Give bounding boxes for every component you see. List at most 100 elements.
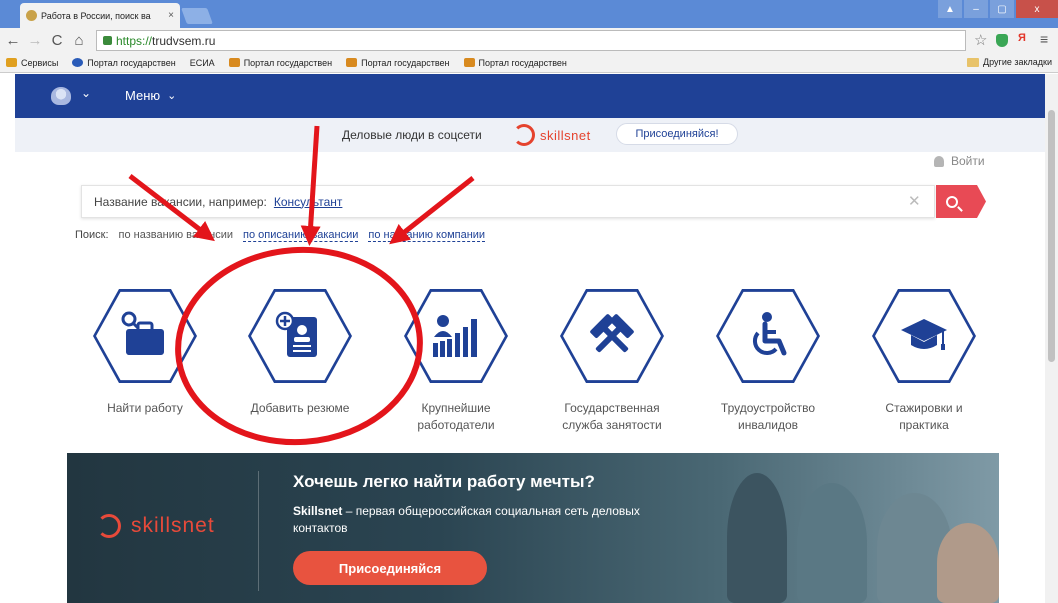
skillsnet-logo[interactable]: skillsnet <box>513 124 591 146</box>
extension-yandex-icon[interactable]: Я <box>1018 32 1026 44</box>
home-icon[interactable]: ⌂ <box>70 32 88 49</box>
search-icon <box>946 195 958 208</box>
login-link[interactable]: Войти <box>934 154 985 168</box>
other-bookmarks-label: Другие закладки <box>983 57 1052 67</box>
address-bar: ← → C ⌂ https:// trudvsem.ru ☆ Я ≡ <box>0 28 1058 53</box>
search-button[interactable] <box>936 185 986 218</box>
window-profile-button[interactable]: ▲ <box>938 0 962 18</box>
search-mode-selector: Поиск: по названию вакансии по описанию … <box>75 229 495 242</box>
gov-portal-icon <box>72 58 84 67</box>
search-input[interactable]: Название вакансии, например: Консультант <box>81 185 935 218</box>
briefcase-search-icon <box>121 311 164 355</box>
forward-arrow-icon[interactable]: → <box>26 32 44 49</box>
promo-text: Деловые люди в соцсети <box>342 128 482 142</box>
tile-label: Стажировки и практика <box>885 401 963 432</box>
skillsnet-wordmark: skillsnet <box>540 127 591 143</box>
page-scrollbar[interactable] <box>1045 74 1058 603</box>
bookmarks-bar: Сервисы Портал государствен ЕСИА Портал … <box>0 53 1058 73</box>
tile-disabled-employment[interactable]: Трудоустройство инвалидов <box>703 286 833 434</box>
tile-label: Добавить резюме <box>250 401 350 415</box>
hex-frame <box>404 286 508 386</box>
tab-close-icon[interactable]: × <box>168 10 174 21</box>
banner-logo-word: skillsnet <box>131 514 215 537</box>
tile-find-job[interactable]: Найти работу <box>80 286 210 417</box>
lock-icon <box>103 36 112 45</box>
bookmark-item[interactable]: Портал государствен <box>228 57 333 68</box>
hex-frame <box>248 286 352 386</box>
banner-title: Хочешь легко найти работу мечты? <box>293 472 595 491</box>
bookmark-item[interactable]: Портал государствен <box>463 57 567 68</box>
banner-logo[interactable]: skillsnet <box>97 514 215 538</box>
browser-tab[interactable]: Работа в России, поиск ва × <box>20 3 180 28</box>
tile-employment-service[interactable]: Государственная служба занятости <box>547 286 677 434</box>
skillsnet-banner: skillsnet Хочешь легко найти работу мечт… <box>67 453 999 603</box>
banner-description: – первая общероссийская социальная сеть … <box>293 504 640 535</box>
banner-join-button[interactable]: Присоединяйся <box>293 551 487 585</box>
skillsnet-mark-icon <box>97 514 121 538</box>
bookmark-item[interactable]: ЕСИА <box>190 58 215 68</box>
bookmark-label: Портал государствен <box>243 57 333 68</box>
search-mode-title[interactable]: по названию вакансии <box>119 229 233 242</box>
search-mode-description[interactable]: по описанию вакансии <box>243 229 359 242</box>
window-maximize-button[interactable]: ▢ <box>990 0 1014 18</box>
tile-label: Найти работу <box>107 401 183 415</box>
menu-dropdown[interactable]: Меню ⌄ <box>125 88 176 103</box>
search-placeholder: Название вакансии, например: <box>94 194 267 209</box>
extension-shield-icon[interactable] <box>996 34 1008 47</box>
hammers-icon <box>590 314 634 353</box>
browser-tabstrip: Работа в России, поиск ва × ▲ – ▢ x <box>0 0 1058 28</box>
login-label: Войти <box>951 154 985 168</box>
search-mode-company[interactable]: по названию компании <box>368 229 486 242</box>
url-host: trudvsem.ru <box>152 33 216 48</box>
gov-emblem-icon <box>346 58 358 67</box>
hex-frame <box>716 286 820 386</box>
menu-label: Меню <box>125 88 161 103</box>
tile-employers[interactable]: Крупнейшие работодатели <box>391 286 521 434</box>
add-resume-icon <box>275 311 317 357</box>
chevron-down-icon[interactable]: ⌄ <box>81 86 91 100</box>
new-tab-button[interactable] <box>181 8 213 24</box>
window-minimize-button[interactable]: – <box>964 0 988 18</box>
other-bookmarks[interactable]: Другие закладки <box>967 57 1052 67</box>
site-favicon-icon <box>26 10 37 21</box>
bookmark-item[interactable]: Портал государствен <box>346 57 450 68</box>
user-icon <box>934 155 944 167</box>
employers-chart-icon <box>433 315 477 357</box>
bookmark-label: Портал государствен <box>478 57 567 68</box>
tile-internships[interactable]: Стажировки и практика <box>859 286 989 434</box>
bookmark-label: Сервисы <box>21 57 59 68</box>
chevron-down-icon: ⌄ <box>167 90 177 102</box>
tab-title: Работа в России, поиск ва <box>41 10 151 21</box>
bookmark-label: Портал государствен <box>87 57 176 68</box>
skillsnet-mark-icon <box>513 124 535 146</box>
emblem-logo-icon[interactable] <box>51 87 71 105</box>
tile-label: Государственная служба занятости <box>562 401 662 432</box>
hex-frame <box>560 286 664 386</box>
banner-divider <box>258 471 259 591</box>
scrollbar-thumb[interactable] <box>1048 110 1055 362</box>
wheelchair-icon <box>752 312 787 356</box>
reload-icon[interactable]: C <box>48 32 66 49</box>
bookmark-item[interactable]: Портал государствен <box>72 57 176 68</box>
window-controls: ▲ – ▢ x <box>936 0 1058 18</box>
banner-photo <box>687 453 999 603</box>
search-example-link[interactable]: Консультант <box>274 195 343 209</box>
bookmark-label: Портал государствен <box>361 57 450 68</box>
url-field[interactable]: https:// trudvsem.ru <box>96 30 966 51</box>
bookmark-label: ЕСИА <box>189 57 215 68</box>
bookmark-item[interactable]: Сервисы <box>6 58 58 68</box>
clear-icon[interactable]: ✕ <box>908 192 921 210</box>
join-button[interactable]: Присоединяйся! <box>616 123 738 145</box>
banner-brand: Skillsnet <box>293 504 343 518</box>
apps-grid-icon <box>6 58 17 67</box>
hex-frame <box>93 286 197 386</box>
tile-label: Трудоустройство инвалидов <box>720 401 816 432</box>
hex-frame <box>872 286 976 386</box>
browser-menu-icon[interactable]: ≡ <box>1040 31 1048 47</box>
tile-add-resume[interactable]: Добавить резюме <box>235 286 365 417</box>
back-arrow-icon[interactable]: ← <box>4 32 22 49</box>
folder-icon <box>967 57 980 67</box>
window-close-button[interactable]: x <box>1016 0 1058 18</box>
bookmark-star-icon[interactable]: ☆ <box>974 31 987 49</box>
url-scheme: https:// <box>116 33 153 48</box>
